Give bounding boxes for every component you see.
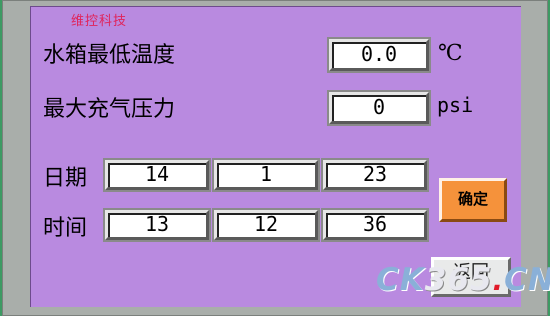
time-label: 时间	[43, 216, 88, 241]
time-hour-field[interactable]: 13	[105, 210, 209, 240]
watermark: CK365.CN	[376, 262, 550, 298]
time-minute-field[interactable]: 12	[214, 210, 318, 240]
water-tank-min-temp-label: 水箱最低温度	[43, 43, 176, 68]
date-day-field[interactable]: 14	[105, 160, 209, 190]
watermark-num: 365	[424, 262, 493, 298]
watermark-ck: CK	[376, 262, 425, 298]
watermark-cn: CN	[504, 262, 550, 298]
pressure-unit-label: psi	[437, 93, 474, 117]
date-month-field[interactable]: 1	[214, 160, 318, 190]
date-year-field[interactable]: 23	[323, 160, 427, 190]
max-inflation-pressure-label: 最大充气压力	[43, 97, 176, 122]
date-label: 日期	[43, 166, 88, 191]
max-inflation-pressure-field[interactable]: 0	[329, 92, 429, 124]
brand-label: 维控科技	[71, 14, 128, 29]
confirm-button[interactable]: 确定	[439, 178, 507, 222]
watermark-dot: .	[492, 264, 505, 297]
temp-unit-label: ℃	[438, 41, 463, 66]
time-second-field[interactable]: 36	[323, 210, 427, 240]
water-tank-min-temp-field[interactable]: 0.0	[329, 39, 429, 71]
